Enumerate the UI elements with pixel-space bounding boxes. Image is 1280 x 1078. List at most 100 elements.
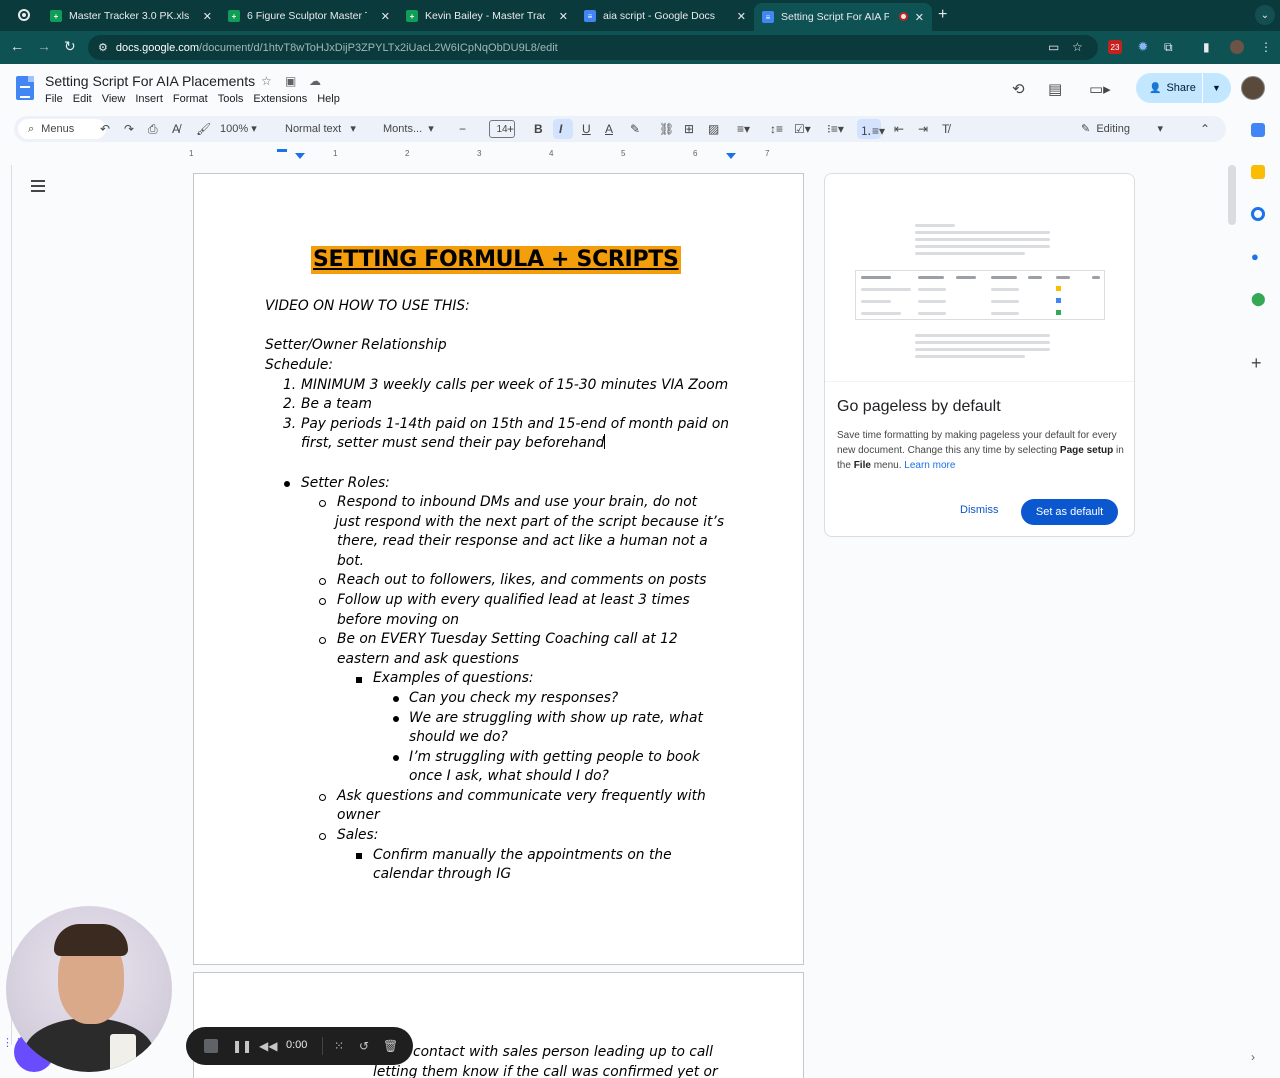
account-avatar[interactable]: [1241, 76, 1265, 100]
right-indent-marker[interactable]: [726, 153, 736, 159]
contacts-icon[interactable]: ●: [1251, 249, 1265, 264]
list-item[interactable]: Ask questions and communicate very frequ…: [337, 787, 706, 807]
left-indent-marker[interactable]: [295, 153, 305, 159]
close-tab-icon[interactable]: ✕: [915, 11, 924, 24]
star-icon[interactable]: ☆: [261, 74, 272, 88]
close-tab-icon[interactable]: ✕: [381, 10, 390, 23]
bulleted-list-icon[interactable]: ⁝≡▾: [827, 122, 844, 136]
profile-avatar-icon[interactable]: [1230, 40, 1244, 54]
insert-image-icon[interactable]: ▨: [708, 122, 719, 136]
examples-label[interactable]: Examples of questions:: [373, 669, 534, 689]
highlight-color-icon[interactable]: ✎: [630, 122, 640, 136]
address-bar[interactable]: ⚙ docs.google.com/document/d/1htvT8wToHJ…: [88, 35, 1098, 60]
menu-file[interactable]: File: [45, 93, 63, 105]
menu-edit[interactable]: Edit: [73, 93, 92, 105]
line-spacing-icon[interactable]: ↕≡: [770, 122, 783, 136]
list-item[interactable]: Confirm manually the appointments on the: [373, 846, 672, 866]
increase-indent-icon[interactable]: ⇥: [918, 122, 928, 136]
menus-search-button[interactable]: ⌕ Menus: [18, 119, 106, 139]
checklist-icon[interactable]: ☑▾: [794, 122, 811, 136]
stop-recording-icon[interactable]: [204, 1039, 218, 1053]
trash-icon[interactable]: 🗑: [383, 1039, 398, 1053]
maps-pin-icon[interactable]: ⬤: [1251, 291, 1266, 306]
document-outline-icon[interactable]: [31, 180, 45, 192]
align-left-icon[interactable]: ≡▾: [737, 122, 750, 136]
list-item-continuation[interactable]: first, setter must send their pay before…: [301, 434, 606, 454]
close-tab-icon[interactable]: ✕: [203, 10, 212, 23]
list-item[interactable]: Be on EVERY Tuesday Setting Coaching cal…: [337, 630, 678, 650]
pause-icon[interactable]: ❚❚: [232, 1039, 252, 1053]
paint-format-icon[interactable]: 🖌: [196, 122, 211, 136]
browser-tab-5-active[interactable]: ≡ Setting Script For AIA Pla ✕: [754, 3, 932, 31]
expand-side-panel-chevron-icon[interactable]: ›: [1251, 1050, 1265, 1064]
extension-badge-icon[interactable]: 23: [1108, 40, 1122, 54]
add-comment-icon[interactable]: ⊞: [684, 122, 694, 136]
list-item-continuation[interactable]: contact with sales person leading up to …: [413, 1043, 713, 1063]
first-line-indent-marker[interactable]: [277, 149, 287, 152]
decrease-font-size-icon[interactable]: −: [459, 122, 466, 136]
close-tab-icon[interactable]: ✕: [737, 10, 746, 23]
webcam-bubble[interactable]: [6, 906, 172, 1072]
text-color-icon[interactable]: A: [605, 122, 613, 136]
tasks-icon[interactable]: [1251, 207, 1265, 221]
cloud-status-icon[interactable]: ☁: [309, 74, 321, 88]
add-addon-plus-icon[interactable]: +: [1251, 354, 1265, 372]
docs-logo-icon[interactable]: [16, 76, 34, 100]
decrease-indent-icon[interactable]: ⇤: [894, 122, 904, 136]
version-history-icon[interactable]: ⟲: [1012, 80, 1025, 98]
spellcheck-icon[interactable]: A̸: [172, 122, 180, 136]
numbered-list-icon[interactable]: ⒈≡▾: [860, 122, 885, 139]
horizontal-ruler[interactable]: 1 1 2 3 4 5 6 7: [185, 147, 785, 161]
list-item-continuation[interactable]: there, read their response and act like …: [337, 532, 708, 552]
list-item-continuation[interactable]: letting them know if the call was confir…: [373, 1063, 718, 1078]
tab-search-chevron-icon[interactable]: ⌄: [1255, 5, 1275, 25]
list-item[interactable]: I’m struggling with getting people to bo…: [409, 748, 700, 768]
document-scrollbar[interactable]: [1228, 165, 1236, 225]
set-as-default-button[interactable]: Set as default: [1021, 499, 1118, 525]
list-item[interactable]: Respond to inbound DMs and use your brai…: [337, 493, 697, 513]
side-panel-icon[interactable]: ▮: [1203, 40, 1210, 54]
calendar-icon[interactable]: [1251, 123, 1265, 137]
browser-tab-1[interactable]: + Master Tracker 3.0 PK.xlsx - ✕: [42, 4, 220, 28]
setter-roles-label[interactable]: Setter Roles:: [301, 474, 390, 494]
grid-dots-icon[interactable]: ⁙: [334, 1039, 344, 1053]
menu-view[interactable]: View: [102, 93, 126, 105]
list-item-continuation[interactable]: bot.: [337, 552, 364, 572]
bold-icon[interactable]: B: [534, 122, 543, 136]
rewind-icon[interactable]: ◀◀: [259, 1039, 277, 1053]
vertical-ruler[interactable]: [0, 165, 12, 1045]
list-item-continuation[interactable]: just respond with the next part of the s…: [335, 513, 724, 533]
font-family-select[interactable]: Monts... ▾: [383, 122, 434, 135]
site-info-icon[interactable]: ⚙: [98, 41, 108, 54]
menu-extensions[interactable]: Extensions: [253, 93, 307, 105]
menu-tools[interactable]: Tools: [218, 93, 244, 105]
keep-icon[interactable]: [1251, 165, 1265, 179]
move-folder-icon[interactable]: ▣: [285, 74, 296, 88]
list-item[interactable]: We are struggling with show up rate, wha…: [409, 709, 703, 729]
list-item[interactable]: Be a team: [301, 395, 372, 415]
increase-font-size-icon[interactable]: +: [507, 122, 514, 136]
extensions-puzzle-icon[interactable]: ⧉: [1164, 40, 1173, 55]
back-arrow-icon[interactable]: ←: [10, 38, 24, 54]
share-dropdown-chevron-icon[interactable]: ▼: [1212, 83, 1221, 93]
bookmark-star-icon[interactable]: ☆: [1072, 40, 1083, 54]
forward-arrow-icon[interactable]: →: [37, 38, 51, 54]
underline-icon[interactable]: U: [582, 122, 591, 136]
menu-help[interactable]: Help: [317, 93, 340, 105]
list-item-continuation[interactable]: should we do?: [409, 728, 508, 748]
document-heading[interactable]: SETTING FORMULA + SCRIPTS: [311, 246, 681, 274]
dismiss-button[interactable]: Dismiss: [960, 504, 999, 516]
new-tab-plus-icon[interactable]: +: [938, 6, 947, 24]
close-tab-icon[interactable]: ✕: [559, 10, 568, 23]
document-title[interactable]: Setting Script For AIA Placements: [45, 73, 255, 89]
list-item-continuation[interactable]: calendar through IG: [373, 865, 511, 885]
zoom-select[interactable]: 100% ▾: [220, 122, 257, 135]
list-item[interactable]: Can you check my responses?: [409, 689, 618, 709]
sales-label[interactable]: Sales:: [337, 826, 378, 846]
menu-insert[interactable]: Insert: [135, 93, 163, 105]
collapse-toolbar-chevron-icon[interactable]: ⌃: [1200, 122, 1210, 136]
menu-format[interactable]: Format: [173, 93, 208, 105]
camera-permission-icon[interactable]: ▭: [1048, 40, 1059, 54]
browser-tab-3[interactable]: + Kevin Bailey - Master Tracker ✕: [398, 4, 576, 28]
browser-tab-4[interactable]: ≡ aia script - Google Docs ✕: [576, 4, 754, 28]
